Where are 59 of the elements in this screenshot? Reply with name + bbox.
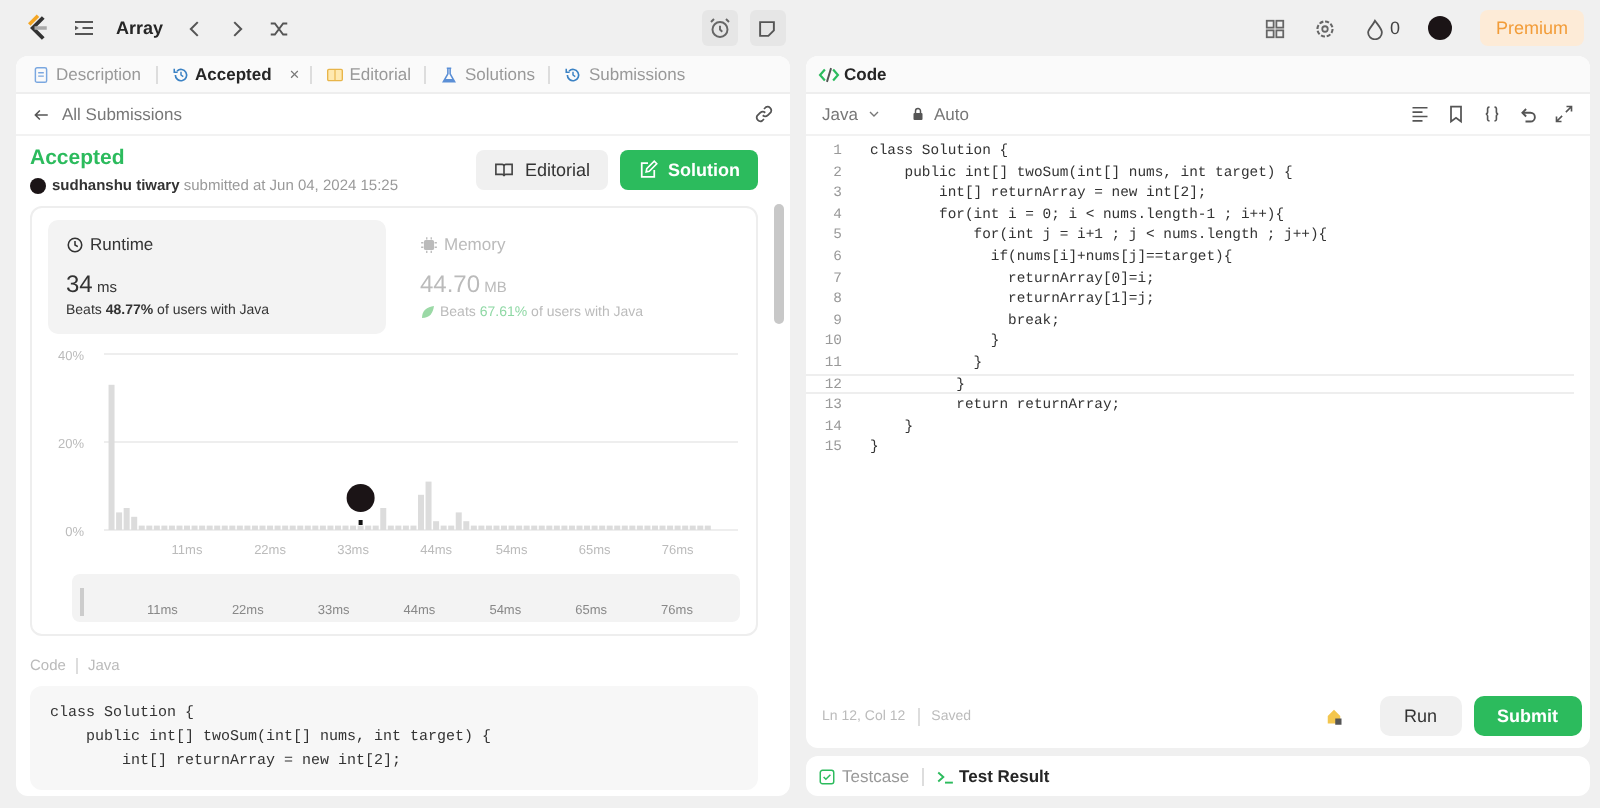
history-icon <box>171 65 190 83</box>
list-icon[interactable] <box>72 16 96 40</box>
terminal-icon <box>935 767 954 785</box>
problem-list-link[interactable]: Array <box>116 18 164 38</box>
history-icon <box>564 65 583 83</box>
panel-tab[interactable]: Description <box>28 64 146 84</box>
link-icon[interactable] <box>754 104 774 124</box>
panel-tab[interactable]: Accepted <box>167 64 276 84</box>
run-button[interactable]: Run <box>1379 696 1461 736</box>
note-icon <box>756 17 779 39</box>
panel-tab[interactable]: Editorial <box>321 64 415 84</box>
close-tab-button[interactable]: × <box>289 64 300 84</box>
panel-tab[interactable]: Solutions <box>436 64 539 84</box>
all-submissions-link[interactable]: All Submissions <box>62 104 182 124</box>
timer-button[interactable] <box>701 10 738 46</box>
panel-tab[interactable]: Test Result <box>935 766 1050 786</box>
flask-icon <box>440 65 459 83</box>
chip-icon <box>420 235 438 253</box>
home-icon[interactable] <box>1323 706 1344 726</box>
settings-icon[interactable] <box>1313 17 1336 39</box>
coin-count: 0 <box>1389 18 1400 38</box>
leaf-icon <box>420 304 436 320</box>
submission-marker <box>346 484 375 525</box>
stat-title: Runtime <box>90 234 154 254</box>
undo-icon[interactable] <box>1518 104 1538 124</box>
braces-icon[interactable] <box>1482 104 1502 124</box>
solution-button[interactable]: Solution <box>620 150 758 190</box>
expand-icon[interactable] <box>1554 104 1574 124</box>
format-icon[interactable] <box>1410 104 1430 124</box>
language-select[interactable]: Java <box>822 104 858 124</box>
caret-icon[interactable] <box>865 106 882 122</box>
alarm-icon <box>707 16 732 40</box>
avatar <box>30 177 46 193</box>
code-icon <box>818 63 840 85</box>
lock-icon <box>909 106 926 122</box>
panel-title: Code <box>844 64 887 84</box>
scrollbar[interactable] <box>774 204 784 324</box>
stat-title: Memory <box>444 234 506 254</box>
edit-icon <box>638 160 658 180</box>
panel-tab[interactable]: Testcase <box>818 766 910 786</box>
notes-button[interactable] <box>749 10 786 46</box>
open-book-icon <box>494 160 515 180</box>
mode-label: Auto <box>933 104 969 124</box>
checkbox-icon <box>818 767 836 785</box>
bookmark-icon[interactable] <box>1446 104 1466 124</box>
submission-status: Accepted <box>30 146 127 170</box>
clock-icon <box>66 235 84 253</box>
premium-button[interactable]: Premium <box>1479 10 1584 46</box>
editorial-button[interactable]: Editorial <box>476 150 608 190</box>
book-icon <box>325 65 344 83</box>
shuffle-icon[interactable] <box>267 17 290 39</box>
document-icon <box>32 65 50 83</box>
avatar <box>1427 16 1452 40</box>
logo-icon[interactable] <box>24 12 52 44</box>
back-arrow-icon[interactable] <box>32 105 50 123</box>
panel-tab[interactable]: Submissions <box>560 64 690 84</box>
grid-icon[interactable] <box>1263 17 1286 39</box>
fire-icon[interactable] <box>1363 17 1386 39</box>
submit-button[interactable]: Submit <box>1473 696 1582 736</box>
